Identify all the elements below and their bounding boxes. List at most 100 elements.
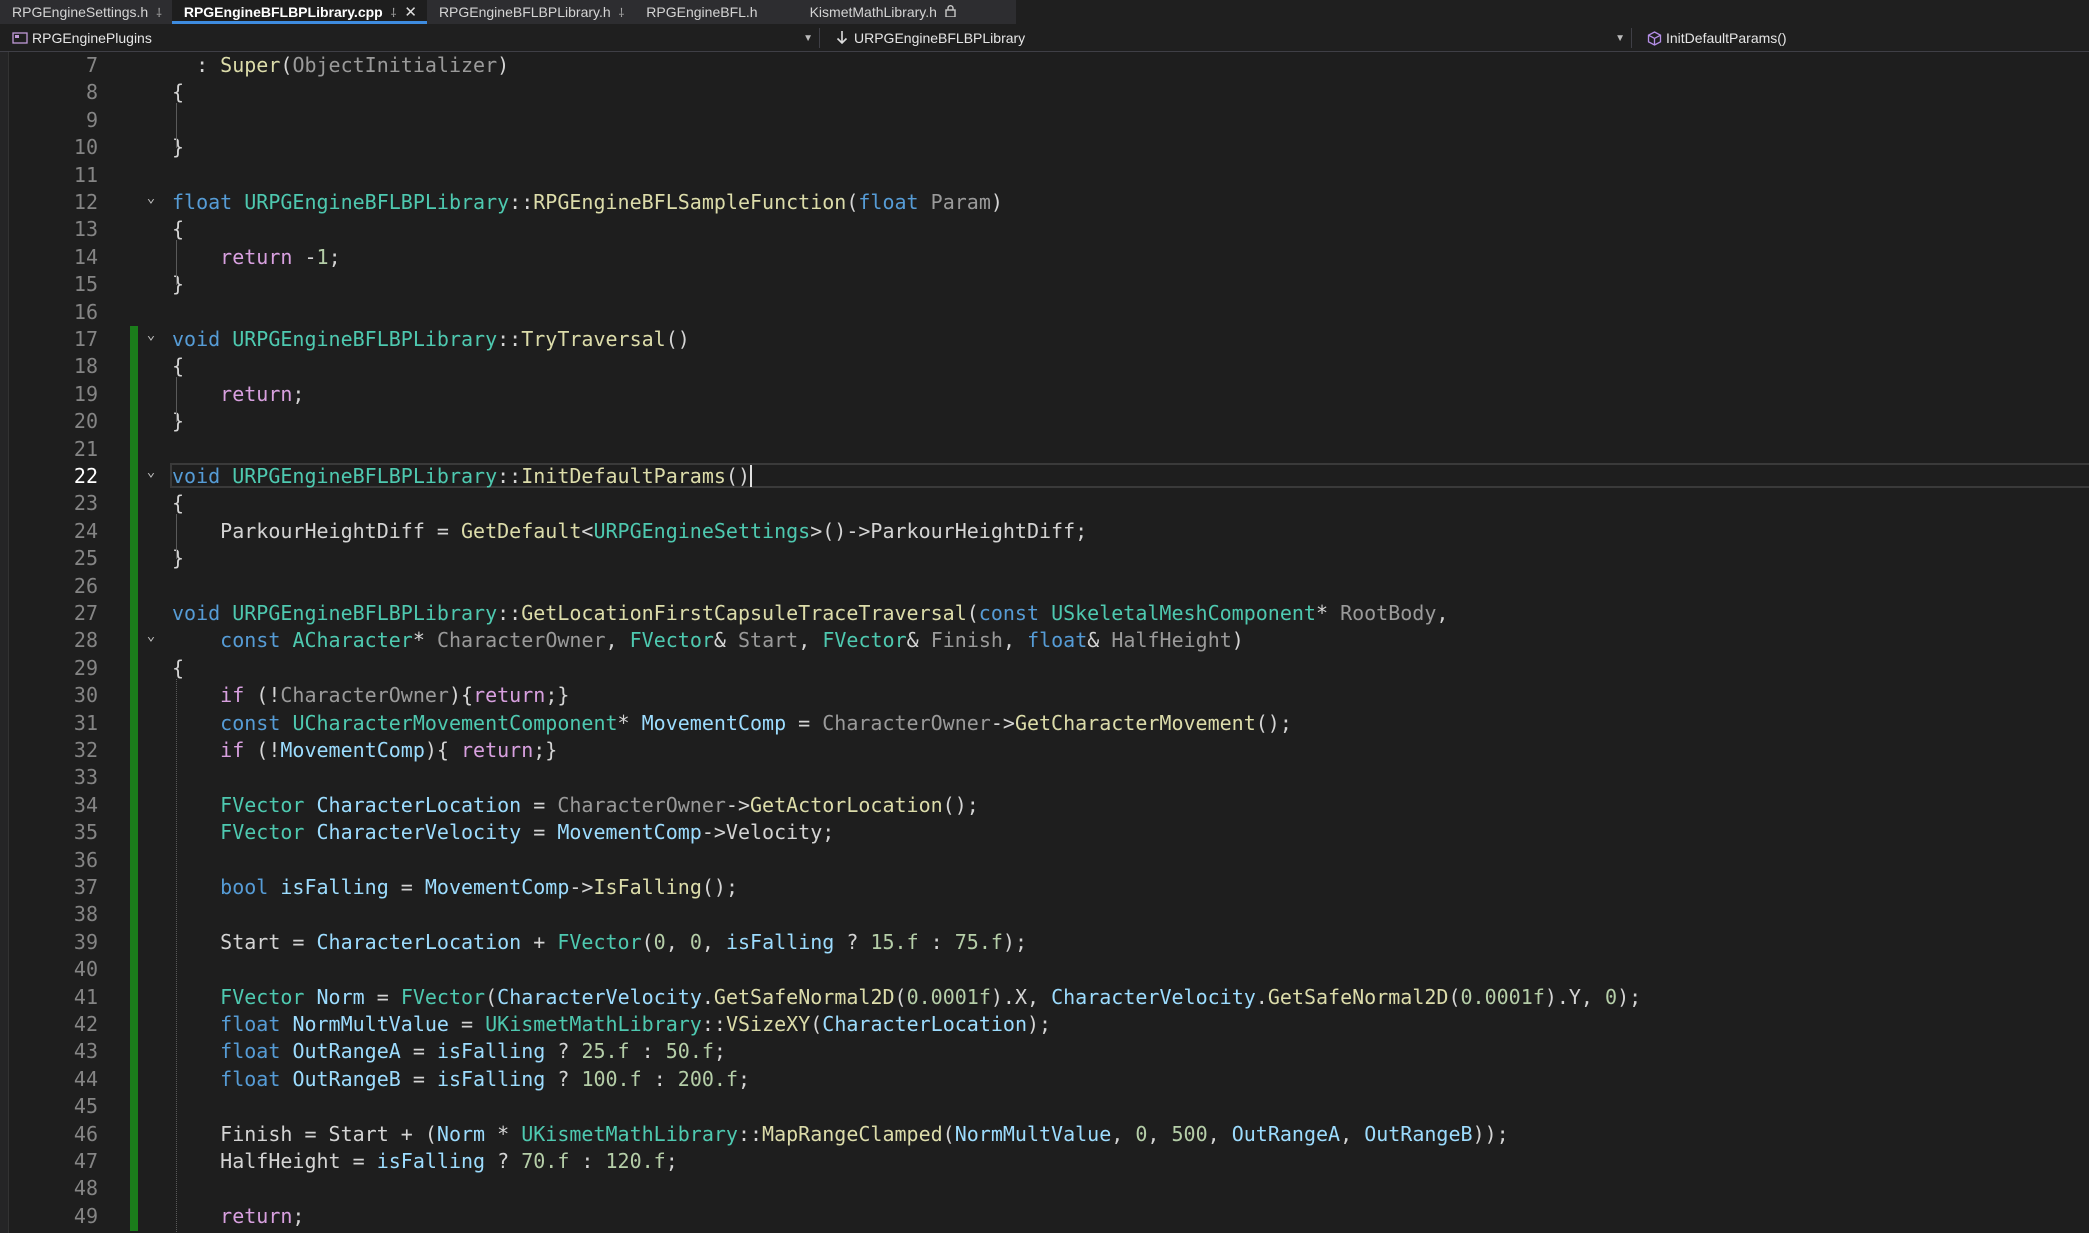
line-number: 13 xyxy=(73,217,98,242)
code-line[interactable]: 21 xyxy=(0,435,2089,464)
change-indicator xyxy=(130,1093,138,1122)
code-line[interactable]: 13 { xyxy=(0,216,2089,243)
line-number: 31 xyxy=(73,710,98,735)
pin-icon[interactable]: ⸸ xyxy=(156,4,162,21)
code-line[interactable]: 38 xyxy=(0,901,2089,930)
fold-chevron-icon[interactable]: ⌄ xyxy=(142,623,160,650)
tab-label: RPGEngineBFLBPLibrary.cpp xyxy=(183,4,383,20)
code-text: { xyxy=(172,491,185,516)
code-line[interactable]: 19 return; xyxy=(0,380,2089,409)
line-number: 44 xyxy=(73,1066,98,1091)
line-number: 25 xyxy=(73,546,98,571)
code-line[interactable]: 43 float OutRangeA = isFalling ? 25.f : … xyxy=(0,1038,2089,1067)
code-line[interactable]: 33 xyxy=(0,764,2089,793)
fold-chevron-icon[interactable]: ⌄ xyxy=(142,322,160,349)
document-tab-strip: RPGEngineSettings.h ⸸ RPGEngineBFLBPLibr… xyxy=(0,0,2089,24)
line-number: 24 xyxy=(73,518,98,543)
code-line[interactable]: 12 ⌄ float URPGEngineBFLBPLibrary::RPGEngi… xyxy=(0,189,2089,216)
fold-chevron-icon[interactable]: ⌄ xyxy=(142,185,160,212)
code-text: return; xyxy=(220,381,305,406)
line-number: 43 xyxy=(73,1039,98,1064)
code-line[interactable]: 31 const UCharacterMovementComponent* Mo… xyxy=(0,709,2089,738)
line-number: 17 xyxy=(73,327,98,351)
close-icon[interactable]: ✕ xyxy=(404,3,417,21)
change-indicator xyxy=(130,928,138,957)
tab-kismetmathlibrary-h[interactable]: KismetMathLibrary.h xyxy=(797,0,1016,24)
code-text: float URPGEngineBFLBPLibrary::RPGEngineB… xyxy=(172,190,1003,214)
line-number: 26 xyxy=(73,573,98,598)
code-line[interactable]: 26 xyxy=(0,572,2089,601)
code-line[interactable]: 8{ xyxy=(0,79,2089,106)
code-line[interactable]: 36 xyxy=(0,846,2089,875)
change-indicator xyxy=(130,600,138,628)
change-indicator xyxy=(130,545,138,574)
code-line[interactable]: 29 { xyxy=(0,654,2089,683)
change-indicator xyxy=(130,1202,138,1231)
change-indicator xyxy=(130,1011,138,1039)
code-editor[interactable]: 7 : Super(ObjectInitializer) 8{9 10} 11 12 ⌄ f… xyxy=(0,52,2089,1233)
change-indicator xyxy=(130,1065,138,1094)
change-indicator xyxy=(130,819,138,848)
code-line[interactable]: 30 if (!CharacterOwner){return;} xyxy=(0,682,2089,711)
code-line[interactable]: 46 Finish = Start + (Norm * UKismetMathL… xyxy=(0,1120,2089,1149)
code-line[interactable]: 45 xyxy=(0,1093,2089,1122)
code-line[interactable]: 9 xyxy=(0,107,2089,134)
line-number: 23 xyxy=(73,491,98,516)
code-line[interactable]: 7 : Super(ObjectInitializer) xyxy=(0,52,2089,79)
code-line[interactable]: 18 { xyxy=(0,353,2089,382)
code-line[interactable]: 37 bool isFalling = MovementComp->IsFall… xyxy=(0,874,2089,902)
project-dropdown[interactable]: RPGEnginePlugins ▼ xyxy=(8,28,820,48)
code-line[interactable]: 41 FVector Norm = FVector(CharacterVeloc… xyxy=(0,983,2089,1012)
code-line[interactable]: 32 if (!MovementComp){ return;} xyxy=(0,737,2089,765)
line-number: 41 xyxy=(73,984,98,1009)
code-text: { xyxy=(172,655,185,680)
code-text: } xyxy=(172,135,185,160)
code-text: FVector CharacterVelocity = MovementComp… xyxy=(220,820,835,845)
code-line[interactable]: 14 return -1; xyxy=(0,244,2089,271)
code-line[interactable]: 48 xyxy=(0,1175,2089,1204)
code-line[interactable]: 16 xyxy=(0,299,2089,326)
code-line[interactable]: 34 FVector CharacterLocation = Character… xyxy=(0,791,2089,820)
code-line[interactable]: 23 { xyxy=(0,490,2089,519)
line-number: 32 xyxy=(73,738,98,762)
line-number: 45 xyxy=(73,1094,98,1119)
change-indicator xyxy=(130,517,138,546)
code-line[interactable]: 25} xyxy=(0,545,2089,574)
code-line[interactable]: 35 FVector CharacterVelocity = MovementC… xyxy=(0,819,2089,848)
code-line[interactable]: 39 Start = CharacterLocation + FVector(0… xyxy=(0,928,2089,957)
code-line[interactable]: 42 float NormMultValue = UKismetMathLibr… xyxy=(0,1011,2089,1039)
code-text: void URPGEngineBFLBPLibrary::InitDefault… xyxy=(172,464,753,488)
code-line[interactable]: 20} xyxy=(0,408,2089,437)
code-line[interactable]: 47 HalfHeight = isFalling ? 70.f : 120.f… xyxy=(0,1148,2089,1176)
change-indicator xyxy=(130,737,138,765)
code-line[interactable]: 27 void URPGEngineBFLBPLibrary::GetLocati… xyxy=(0,600,2089,628)
tab-label: KismetMathLibrary.h xyxy=(809,4,937,20)
pin-icon[interactable]: ⸸ xyxy=(391,4,397,21)
change-indicator xyxy=(130,435,138,464)
code-line[interactable]: 28 ⌄ const ACharacter* CharacterOwner, FV… xyxy=(0,627,2089,656)
fold-chevron-icon[interactable]: ⌄ xyxy=(142,459,160,486)
tab-rpgenginebflbplibrary-cpp[interactable]: RPGEngineBFLBPLibrary.cpp ⸸ ✕ xyxy=(171,0,428,24)
line-number: 48 xyxy=(73,1176,98,1201)
code-line[interactable]: 40 xyxy=(0,956,2089,985)
code-text: { xyxy=(172,217,185,242)
code-line[interactable]: 11 xyxy=(0,162,2089,189)
code-line[interactable]: 15} xyxy=(0,271,2089,298)
tab-label: RPGEngineBFL.h xyxy=(646,4,758,20)
code-line[interactable]: 10} xyxy=(0,134,2089,161)
code-text: float OutRangeB = isFalling ? 100.f : 20… xyxy=(220,1066,751,1091)
member-name: InitDefaultParams() xyxy=(1666,30,1787,46)
method-cube-icon xyxy=(1646,30,1662,46)
tab-rpgenginebfl-h[interactable]: RPGEngineBFL.h xyxy=(634,0,798,24)
line-number: 15 xyxy=(73,272,98,297)
code-line[interactable]: 24 ParkourHeightDiff = GetDefault<URPGEn… xyxy=(0,517,2089,546)
code-line[interactable]: 22 ⌄ void URPGEngineBFLBPLibrary::InitDefa… xyxy=(0,463,2089,491)
member-dropdown[interactable]: InitDefaultParams() xyxy=(1636,28,2089,48)
tab-rpgenginesettings-h[interactable]: RPGEngineSettings.h ⸸ xyxy=(0,0,172,24)
code-line[interactable]: 17 ⌄ void URPGEngineBFLBPLibrary::TryTrave… xyxy=(0,326,2089,354)
pin-icon[interactable]: ⸸ xyxy=(619,4,625,21)
code-line[interactable]: 44 float OutRangeB = isFalling ? 100.f :… xyxy=(0,1065,2089,1094)
code-line[interactable]: 49 return; xyxy=(0,1202,2089,1231)
tab-rpgenginebflbplibrary-h[interactable]: RPGEngineBFLBPLibrary.h ⸸ xyxy=(426,0,635,24)
scope-dropdown[interactable]: URPGEngineBFLBPLibrary ▼ xyxy=(824,28,1632,48)
